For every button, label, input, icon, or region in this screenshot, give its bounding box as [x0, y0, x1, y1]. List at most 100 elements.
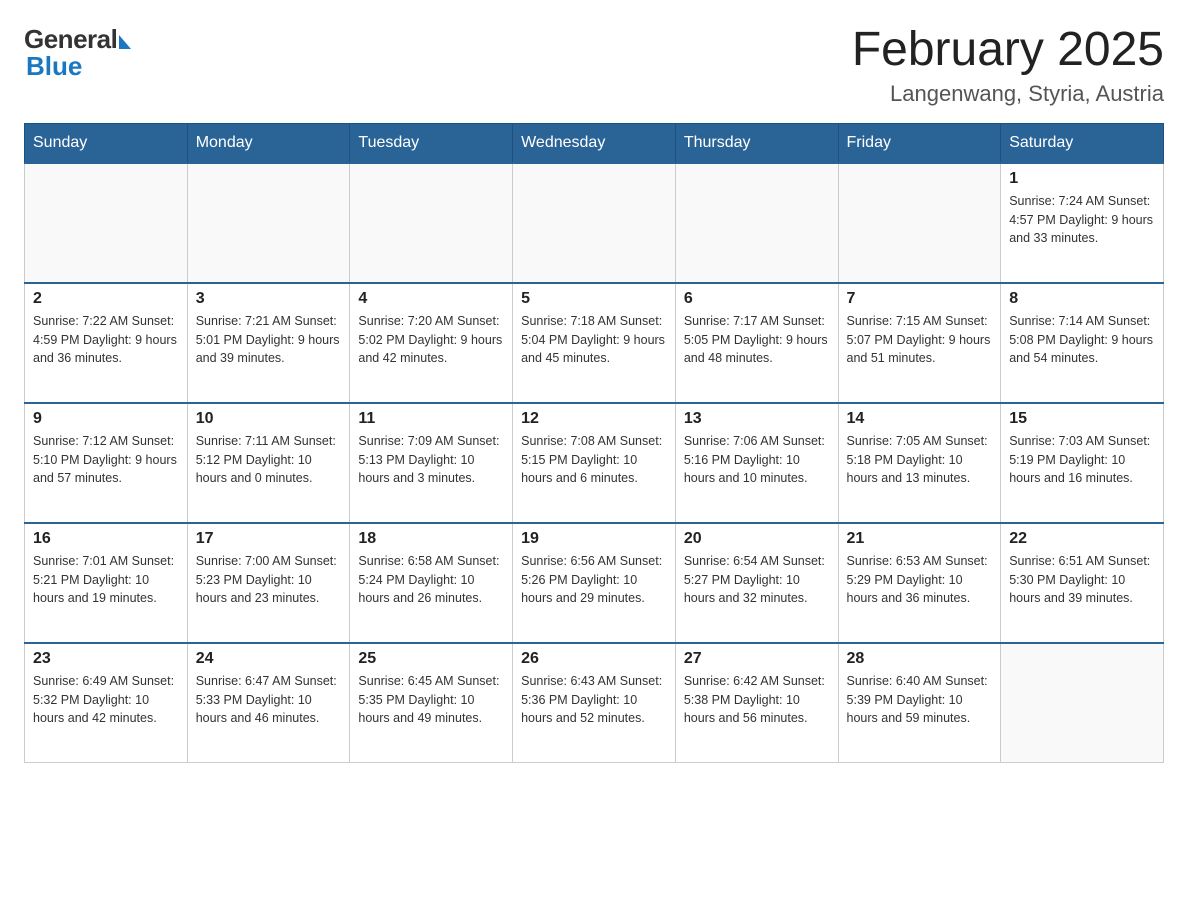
- day-number: 18: [358, 530, 504, 548]
- calendar-cell: 21 Sunrise: 6:53 AM Sunset: 5:29 PM Dayli…: [838, 523, 1001, 643]
- day-number: 2: [33, 290, 179, 308]
- day-info: Sunrise: 7:11 AM Sunset: 5:12 PM Dayligh…: [196, 432, 342, 488]
- calendar-cell: [513, 163, 676, 283]
- calendar-table: SundayMondayTuesdayWednesdayThursdayFrid…: [24, 123, 1164, 764]
- day-number: 6: [684, 290, 830, 308]
- calendar-cell: 4 Sunrise: 7:20 AM Sunset: 5:02 PM Daylig…: [350, 283, 513, 403]
- day-info: Sunrise: 6:56 AM Sunset: 5:26 PM Dayligh…: [521, 552, 667, 608]
- day-info: Sunrise: 6:49 AM Sunset: 5:32 PM Dayligh…: [33, 672, 179, 728]
- day-info: Sunrise: 7:06 AM Sunset: 5:16 PM Dayligh…: [684, 432, 830, 488]
- day-number: 27: [684, 650, 830, 668]
- day-number: 15: [1009, 410, 1155, 428]
- header-day-monday: Monday: [187, 123, 350, 163]
- day-info: Sunrise: 7:05 AM Sunset: 5:18 PM Dayligh…: [847, 432, 993, 488]
- month-year-title: February 2025: [852, 24, 1164, 77]
- day-number: 14: [847, 410, 993, 428]
- day-info: Sunrise: 6:53 AM Sunset: 5:29 PM Dayligh…: [847, 552, 993, 608]
- calendar-cell: 19 Sunrise: 6:56 AM Sunset: 5:26 PM Dayli…: [513, 523, 676, 643]
- header-day-thursday: Thursday: [675, 123, 838, 163]
- day-info: Sunrise: 6:42 AM Sunset: 5:38 PM Dayligh…: [684, 672, 830, 728]
- day-number: 21: [847, 530, 993, 548]
- calendar-cell: [675, 163, 838, 283]
- day-number: 25: [358, 650, 504, 668]
- location-subtitle: Langenwang, Styria, Austria: [852, 81, 1164, 107]
- calendar-cell: [1001, 643, 1164, 763]
- day-number: 5: [521, 290, 667, 308]
- day-number: 7: [847, 290, 993, 308]
- day-info: Sunrise: 6:40 AM Sunset: 5:39 PM Dayligh…: [847, 672, 993, 728]
- header-day-wednesday: Wednesday: [513, 123, 676, 163]
- day-info: Sunrise: 7:03 AM Sunset: 5:19 PM Dayligh…: [1009, 432, 1155, 488]
- calendar-cell: 7Sunrise: 7:15 AM Sunset: 5:07 PM Daylig…: [838, 283, 1001, 403]
- calendar-cell: 2 Sunrise: 7:22 AM Sunset: 4:59 PM Daylig…: [25, 283, 188, 403]
- day-info: Sunrise: 6:51 AM Sunset: 5:30 PM Dayligh…: [1009, 552, 1155, 608]
- day-info: Sunrise: 7:17 AM Sunset: 5:05 PM Dayligh…: [684, 312, 830, 368]
- day-info: Sunrise: 7:00 AM Sunset: 5:23 PM Dayligh…: [196, 552, 342, 608]
- calendar-cell: 27 Sunrise: 6:42 AM Sunset: 5:38 PM Dayli…: [675, 643, 838, 763]
- day-info: Sunrise: 7:22 AM Sunset: 4:59 PM Dayligh…: [33, 312, 179, 368]
- calendar-cell: 17 Sunrise: 7:00 AM Sunset: 5:23 PM Dayli…: [187, 523, 350, 643]
- calendar-cell: 10Sunrise: 7:11 AM Sunset: 5:12 PM Dayli…: [187, 403, 350, 523]
- calendar-cell: [350, 163, 513, 283]
- calendar-cell: 26 Sunrise: 6:43 AM Sunset: 5:36 PM Dayli…: [513, 643, 676, 763]
- calendar-body: 1 Sunrise: 7:24 AM Sunset: 4:57 PM Daylig…: [25, 163, 1164, 763]
- calendar-cell: 8Sunrise: 7:14 AM Sunset: 5:08 PM Daylig…: [1001, 283, 1164, 403]
- day-info: Sunrise: 7:01 AM Sunset: 5:21 PM Dayligh…: [33, 552, 179, 608]
- header-day-sunday: Sunday: [25, 123, 188, 163]
- calendar-cell: 3Sunrise: 7:21 AM Sunset: 5:01 PM Daylig…: [187, 283, 350, 403]
- day-number: 22: [1009, 530, 1155, 548]
- day-number: 13: [684, 410, 830, 428]
- header-day-friday: Friday: [838, 123, 1001, 163]
- header-row: SundayMondayTuesdayWednesdayThursdayFrid…: [25, 123, 1164, 163]
- day-number: 9: [33, 410, 179, 428]
- day-number: 11: [358, 410, 504, 428]
- day-info: Sunrise: 7:12 AM Sunset: 5:10 PM Dayligh…: [33, 432, 179, 488]
- day-info: Sunrise: 7:21 AM Sunset: 5:01 PM Dayligh…: [196, 312, 342, 368]
- calendar-cell: 14 Sunrise: 7:05 AM Sunset: 5:18 PM Dayli…: [838, 403, 1001, 523]
- calendar-cell: 20 Sunrise: 6:54 AM Sunset: 5:27 PM Dayli…: [675, 523, 838, 643]
- day-number: 16: [33, 530, 179, 548]
- calendar-cell: 16 Sunrise: 7:01 AM Sunset: 5:21 PM Dayli…: [25, 523, 188, 643]
- day-info: Sunrise: 6:45 AM Sunset: 5:35 PM Dayligh…: [358, 672, 504, 728]
- day-info: Sunrise: 6:47 AM Sunset: 5:33 PM Dayligh…: [196, 672, 342, 728]
- calendar-cell: 1 Sunrise: 7:24 AM Sunset: 4:57 PM Daylig…: [1001, 163, 1164, 283]
- calendar-week-5: 23 Sunrise: 6:49 AM Sunset: 5:32 PM Dayli…: [25, 643, 1164, 763]
- day-number: 19: [521, 530, 667, 548]
- day-number: 4: [358, 290, 504, 308]
- header-day-tuesday: Tuesday: [350, 123, 513, 163]
- day-number: 17: [196, 530, 342, 548]
- calendar-cell: 15 Sunrise: 7:03 AM Sunset: 5:19 PM Dayli…: [1001, 403, 1164, 523]
- header-day-saturday: Saturday: [1001, 123, 1164, 163]
- day-info: Sunrise: 7:14 AM Sunset: 5:08 PM Dayligh…: [1009, 312, 1155, 368]
- calendar-cell: 25 Sunrise: 6:45 AM Sunset: 5:35 PM Dayli…: [350, 643, 513, 763]
- day-number: 12: [521, 410, 667, 428]
- day-info: Sunrise: 7:08 AM Sunset: 5:15 PM Dayligh…: [521, 432, 667, 488]
- calendar-cell: [187, 163, 350, 283]
- day-info: Sunrise: 6:43 AM Sunset: 5:36 PM Dayligh…: [521, 672, 667, 728]
- day-info: Sunrise: 7:20 AM Sunset: 5:02 PM Dayligh…: [358, 312, 504, 368]
- calendar-cell: 23 Sunrise: 6:49 AM Sunset: 5:32 PM Dayli…: [25, 643, 188, 763]
- day-info: Sunrise: 7:18 AM Sunset: 5:04 PM Dayligh…: [521, 312, 667, 368]
- day-info: Sunrise: 7:24 AM Sunset: 4:57 PM Dayligh…: [1009, 192, 1155, 248]
- day-number: 28: [847, 650, 993, 668]
- day-number: 26: [521, 650, 667, 668]
- day-number: 1: [1009, 170, 1155, 188]
- day-info: Sunrise: 6:58 AM Sunset: 5:24 PM Dayligh…: [358, 552, 504, 608]
- calendar-cell: [25, 163, 188, 283]
- calendar-cell: 28 Sunrise: 6:40 AM Sunset: 5:39 PM Dayli…: [838, 643, 1001, 763]
- calendar-header: SundayMondayTuesdayWednesdayThursdayFrid…: [25, 123, 1164, 163]
- calendar-cell: 24 Sunrise: 6:47 AM Sunset: 5:33 PM Dayli…: [187, 643, 350, 763]
- calendar-cell: 13 Sunrise: 7:06 AM Sunset: 5:16 PM Dayli…: [675, 403, 838, 523]
- day-number: 23: [33, 650, 179, 668]
- day-number: 24: [196, 650, 342, 668]
- calendar-cell: 11 Sunrise: 7:09 AM Sunset: 5:13 PM Dayli…: [350, 403, 513, 523]
- day-number: 20: [684, 530, 830, 548]
- day-info: Sunrise: 6:54 AM Sunset: 5:27 PM Dayligh…: [684, 552, 830, 608]
- page-header: General Blue February 2025 Langenwang, S…: [24, 24, 1164, 107]
- logo-arrow-icon: [119, 35, 131, 49]
- calendar-cell: 6 Sunrise: 7:17 AM Sunset: 5:05 PM Daylig…: [675, 283, 838, 403]
- calendar-cell: 12 Sunrise: 7:08 AM Sunset: 5:15 PM Dayli…: [513, 403, 676, 523]
- calendar-week-1: 1 Sunrise: 7:24 AM Sunset: 4:57 PM Daylig…: [25, 163, 1164, 283]
- day-info: Sunrise: 7:09 AM Sunset: 5:13 PM Dayligh…: [358, 432, 504, 488]
- calendar-week-4: 16 Sunrise: 7:01 AM Sunset: 5:21 PM Dayli…: [25, 523, 1164, 643]
